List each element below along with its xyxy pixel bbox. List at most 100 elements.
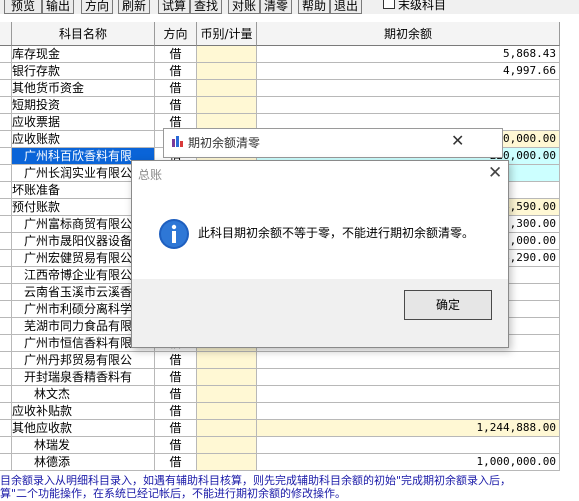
row-selector[interactable] <box>0 165 12 182</box>
account-name-cell[interactable]: 林文杰 <box>12 386 155 403</box>
row-selector[interactable] <box>0 335 12 352</box>
preview-button[interactable]: 预览 <box>4 0 42 14</box>
row-selector[interactable] <box>0 114 12 131</box>
header-currency-unit[interactable]: 币别/计量 <box>197 22 257 46</box>
opening-balance-cell[interactable] <box>257 97 560 114</box>
help-button[interactable]: 帮助 <box>298 0 330 14</box>
clear-zero-button[interactable]: 清零 <box>260 0 292 14</box>
exit-button[interactable]: 退出 <box>330 0 362 14</box>
account-name-cell[interactable]: 广州丹邦贸易有限公 <box>12 352 155 369</box>
opening-balance-cell[interactable] <box>257 369 560 386</box>
table-row[interactable]: 其他应收款借 1,244,888.00 <box>0 420 579 437</box>
opening-balance-cell[interactable] <box>257 80 560 97</box>
header-opening-balance[interactable]: 期初余额 <box>257 22 560 46</box>
direction-cell[interactable]: 借 <box>155 46 197 63</box>
reconcile-button[interactable]: 对账 <box>228 0 260 14</box>
row-selector[interactable] <box>0 182 12 199</box>
row-selector[interactable] <box>0 97 12 114</box>
row-selector[interactable] <box>0 352 12 369</box>
currency-cell[interactable] <box>197 420 257 437</box>
row-selector[interactable] <box>0 301 12 318</box>
row-selector[interactable] <box>0 80 12 97</box>
row-selector[interactable] <box>0 131 12 148</box>
row-selector[interactable] <box>0 369 12 386</box>
currency-cell[interactable] <box>197 80 257 97</box>
currency-cell[interactable] <box>197 63 257 80</box>
export-button[interactable]: 输出 <box>42 0 74 14</box>
account-name-cell[interactable]: 银行存款 <box>12 63 155 80</box>
row-selector[interactable] <box>0 437 12 454</box>
opening-balance-cell[interactable] <box>257 352 560 369</box>
opening-balance-cell[interactable] <box>257 403 560 420</box>
account-name-cell[interactable]: 其他应收款 <box>12 420 155 437</box>
direction-cell[interactable]: 借 <box>155 437 197 454</box>
row-selector[interactable] <box>0 63 12 80</box>
account-name-cell[interactable]: 开封瑞泉香精香料有 <box>12 369 155 386</box>
row-selector[interactable] <box>0 233 12 250</box>
account-name-cell[interactable]: 库存现金 <box>12 46 155 63</box>
table-row[interactable]: 其他货币资金借 <box>0 80 579 97</box>
account-name-cell[interactable]: 其他货币资金 <box>12 80 155 97</box>
opening-balance-cell[interactable]: 4,997.66 <box>257 63 560 80</box>
direction-cell[interactable]: 借 <box>155 63 197 80</box>
opening-balance-cell[interactable] <box>257 386 560 403</box>
row-selector[interactable] <box>0 199 12 216</box>
row-selector[interactable] <box>0 454 12 471</box>
ok-button[interactable]: 确定 <box>404 290 492 320</box>
direction-cell[interactable]: 借 <box>155 97 197 114</box>
opening-balance-cell[interactable]: 1,000,000.00 <box>257 454 560 471</box>
account-name-cell[interactable]: 林德添 <box>12 454 155 471</box>
row-selector[interactable] <box>0 386 12 403</box>
currency-cell[interactable] <box>197 369 257 386</box>
account-name-cell[interactable]: 林瑞发 <box>12 437 155 454</box>
find-button[interactable]: 查找 <box>190 0 222 14</box>
row-selector[interactable] <box>0 250 12 267</box>
currency-cell[interactable] <box>197 46 257 63</box>
account-name-cell[interactable]: 短期投资 <box>12 97 155 114</box>
close-icon[interactable]: ✕ <box>451 131 464 150</box>
header-direction[interactable]: 方向 <box>155 22 197 46</box>
table-row[interactable]: 银行存款借 4,997.66 <box>0 63 579 80</box>
refresh-button[interactable]: 刷新 <box>118 0 150 14</box>
currency-cell[interactable] <box>197 454 257 471</box>
row-selector[interactable] <box>0 216 12 233</box>
row-selector[interactable] <box>0 420 12 437</box>
direction-cell[interactable]: 借 <box>155 369 197 386</box>
account-name-cell[interactable]: 应收账款 <box>12 131 155 148</box>
currency-cell[interactable] <box>197 437 257 454</box>
leaf-only-checkbox[interactable] <box>383 0 395 9</box>
table-row[interactable]: 林瑞发借 <box>0 437 579 454</box>
currency-cell[interactable] <box>197 352 257 369</box>
row-selector[interactable] <box>0 318 12 335</box>
direction-cell[interactable]: 借 <box>155 352 197 369</box>
opening-balance-cell[interactable] <box>257 437 560 454</box>
row-selector[interactable] <box>0 403 12 420</box>
currency-cell[interactable] <box>197 97 257 114</box>
opening-balance-cell[interactable]: 5,868.43 <box>257 46 560 63</box>
table-row[interactable]: 短期投资借 <box>0 97 579 114</box>
table-row[interactable]: 开封瑞泉香精香料有借 <box>0 369 579 386</box>
close-icon[interactable]: ✕ <box>488 163 502 183</box>
table-row[interactable]: 应收补贴款借 <box>0 403 579 420</box>
account-name-cell[interactable]: 应收补贴款 <box>12 403 155 420</box>
row-selector[interactable] <box>0 46 12 63</box>
direction-cell[interactable]: 借 <box>155 386 197 403</box>
row-selector[interactable] <box>0 284 12 301</box>
header-account-name[interactable]: 科目名称 <box>12 22 155 46</box>
direction-cell[interactable]: 借 <box>155 403 197 420</box>
direction-button[interactable]: 方向 <box>81 0 113 14</box>
currency-cell[interactable] <box>197 386 257 403</box>
account-name-cell[interactable]: 应收票据 <box>12 114 155 131</box>
currency-cell[interactable] <box>197 403 257 420</box>
table-row[interactable]: 库存现金借 5,868.43 <box>0 46 579 63</box>
table-row[interactable]: 林文杰借 <box>0 386 579 403</box>
table-row[interactable]: 林德添借 1,000,000.00 <box>0 454 579 471</box>
direction-cell[interactable]: 借 <box>155 420 197 437</box>
direction-cell[interactable]: 借 <box>155 80 197 97</box>
row-selector[interactable] <box>0 267 12 284</box>
direction-cell[interactable]: 借 <box>155 454 197 471</box>
opening-balance-cell[interactable]: 1,244,888.00 <box>257 420 560 437</box>
table-row[interactable]: 广州丹邦贸易有限公借 <box>0 352 579 369</box>
row-selector[interactable] <box>0 148 12 165</box>
trial-balance-button[interactable]: 试算 <box>158 0 190 14</box>
